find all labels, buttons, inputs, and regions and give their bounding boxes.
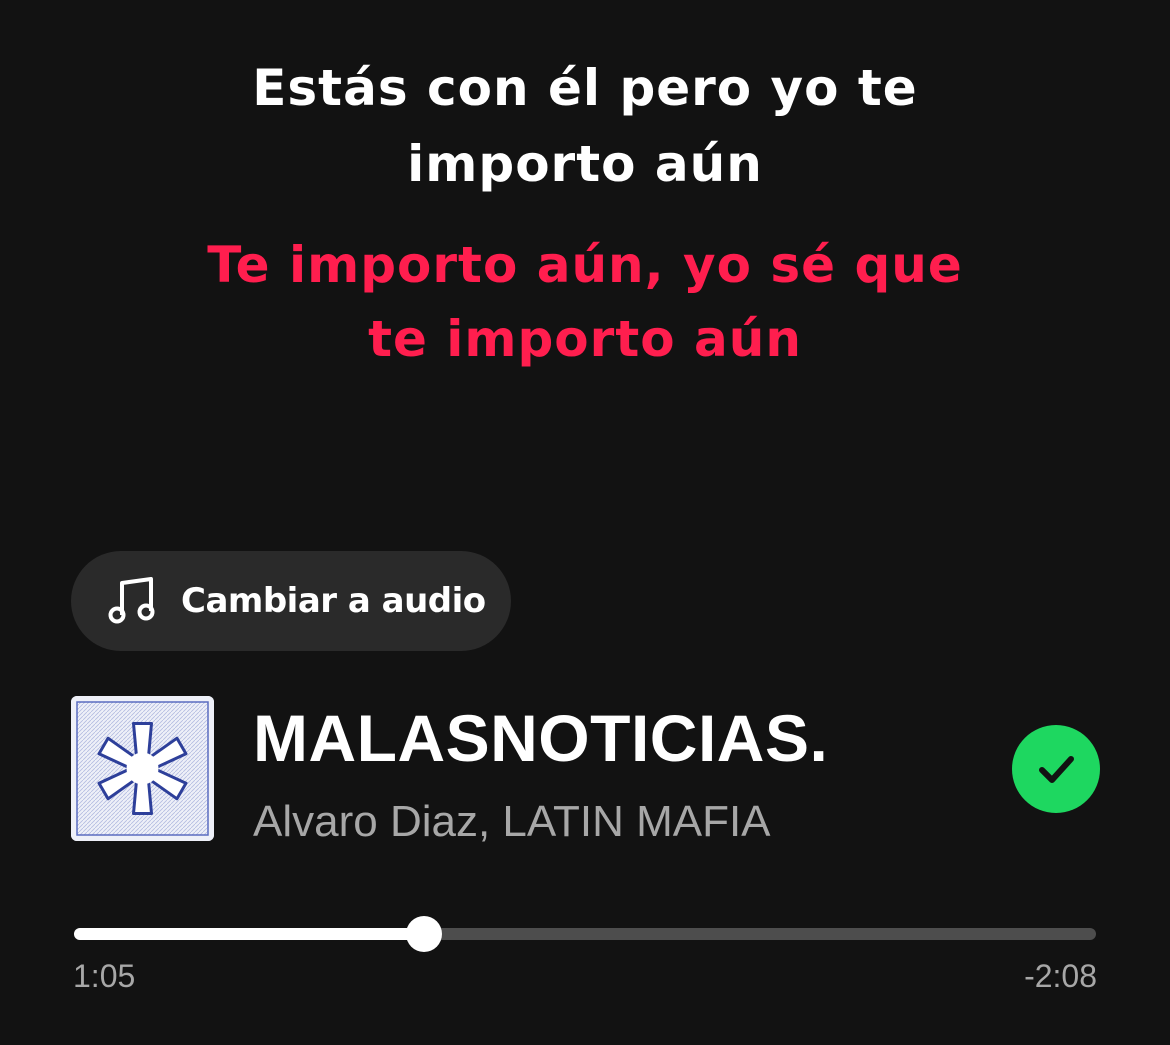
saved-to-library-button[interactable]	[1012, 725, 1100, 813]
progress-bar[interactable]	[74, 916, 1096, 952]
album-cover[interactable]	[71, 696, 214, 841]
asterisk-star-icon	[71, 696, 214, 841]
lyric-line-current[interactable]: Te importo aún, yo sé que te importo aún	[185, 228, 985, 376]
track-artists[interactable]: Alvaro Diaz, LATIN MAFIA	[253, 795, 771, 849]
progress-fill	[74, 928, 424, 940]
time-elapsed: 1:05	[73, 958, 136, 994]
music-note-icon	[108, 577, 155, 624]
progress-thumb[interactable]	[405, 916, 442, 952]
lyric-line-past[interactable]: Estás con él pero yo te importo aún	[185, 50, 985, 202]
checkmark-icon	[1039, 756, 1074, 783]
switch-to-audio-button[interactable]: Cambiar a audio	[71, 551, 511, 651]
switch-to-audio-label: Cambiar a audio	[181, 581, 486, 621]
time-remaining: -2:08	[1024, 958, 1097, 994]
track-title[interactable]: MALASNOTICIAS.	[253, 700, 828, 776]
